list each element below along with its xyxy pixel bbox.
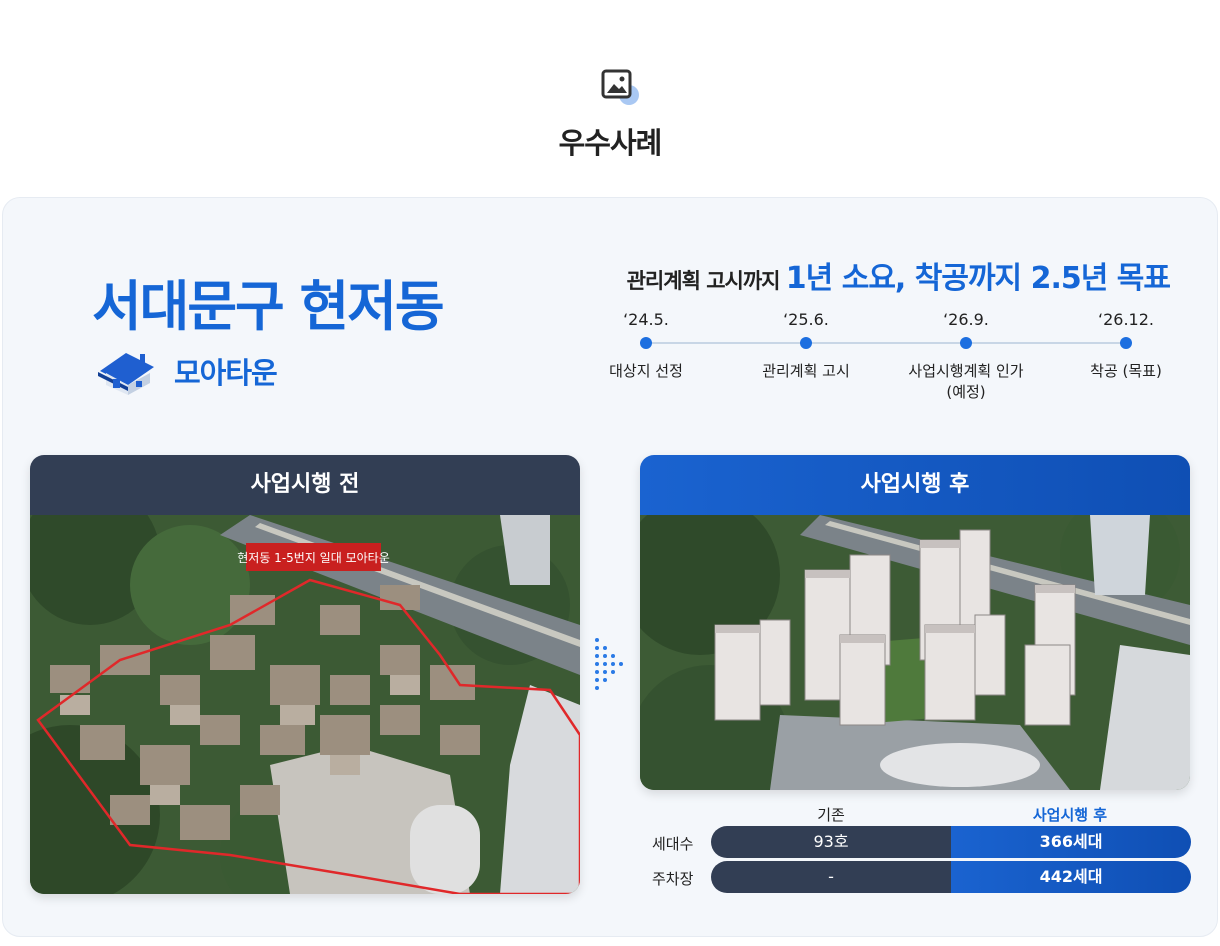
timeline-dot — [800, 337, 812, 349]
stats-row: 93호 366세대 — [711, 826, 1191, 858]
after-title: 사업시행 후 — [640, 455, 1190, 515]
before-card: 사업시행 전 현저동 1-5번지 일대 모아타운 — [30, 455, 580, 894]
headline-highlight: 1년 소요, 착공까지 2.5년 목표 — [785, 261, 1171, 296]
after-rendering-image — [640, 515, 1190, 790]
after-card: 사업시행 후 — [640, 455, 1190, 790]
map-label: 현저동 1-5번지 일대 모아타운 — [237, 551, 389, 565]
timeline-label: 관리계획 고시 — [762, 362, 850, 380]
headline-prefix: 관리계획 고시까지 — [626, 269, 786, 293]
stats-after-value: 366세대 — [951, 826, 1191, 858]
district-name: 서대문구 현저동 — [92, 275, 445, 338]
before-aerial-photo: 현저동 1-5번지 일대 모아타운 — [30, 515, 580, 894]
house-icon — [96, 345, 158, 397]
timeline-label: 대상지 선정 — [609, 362, 683, 380]
headline: 관리계획 고시까지 1년 소요, 착공까지 2.5년 목표 — [580, 253, 1171, 297]
timeline-date: ‘26.9. — [943, 310, 989, 329]
timeline-date: ‘26.12. — [1098, 310, 1154, 329]
timeline-date: ‘25.6. — [783, 310, 829, 329]
stats-row-label: 세대수 — [652, 835, 694, 853]
stats-before-value: - — [711, 861, 951, 893]
stats-after-value: 442세대 — [951, 861, 1191, 893]
timeline-dot — [1120, 337, 1132, 349]
timeline-line — [645, 342, 1125, 344]
arrow-right-icon — [592, 636, 632, 696]
image-icon — [600, 68, 640, 108]
timeline-label: 착공 (목표) — [1090, 362, 1162, 380]
before-title: 사업시행 전 — [30, 455, 580, 515]
stats-col-after: 사업시행 후 — [1032, 806, 1108, 824]
timeline-date: ‘24.5. — [623, 310, 669, 329]
stats-before-value: 93호 — [711, 826, 951, 858]
stats-col-before: 기존 — [817, 806, 845, 824]
stats-row-label: 주차장 — [652, 870, 694, 888]
timeline-dot — [960, 337, 972, 349]
timeline-dot — [640, 337, 652, 349]
section-title: 우수사례 — [558, 126, 663, 160]
type-label: 모아타운 — [174, 356, 278, 390]
timeline-label: 사업시행계획 인가 (예정) — [908, 362, 1024, 401]
stats-row: - 442세대 — [711, 861, 1191, 893]
